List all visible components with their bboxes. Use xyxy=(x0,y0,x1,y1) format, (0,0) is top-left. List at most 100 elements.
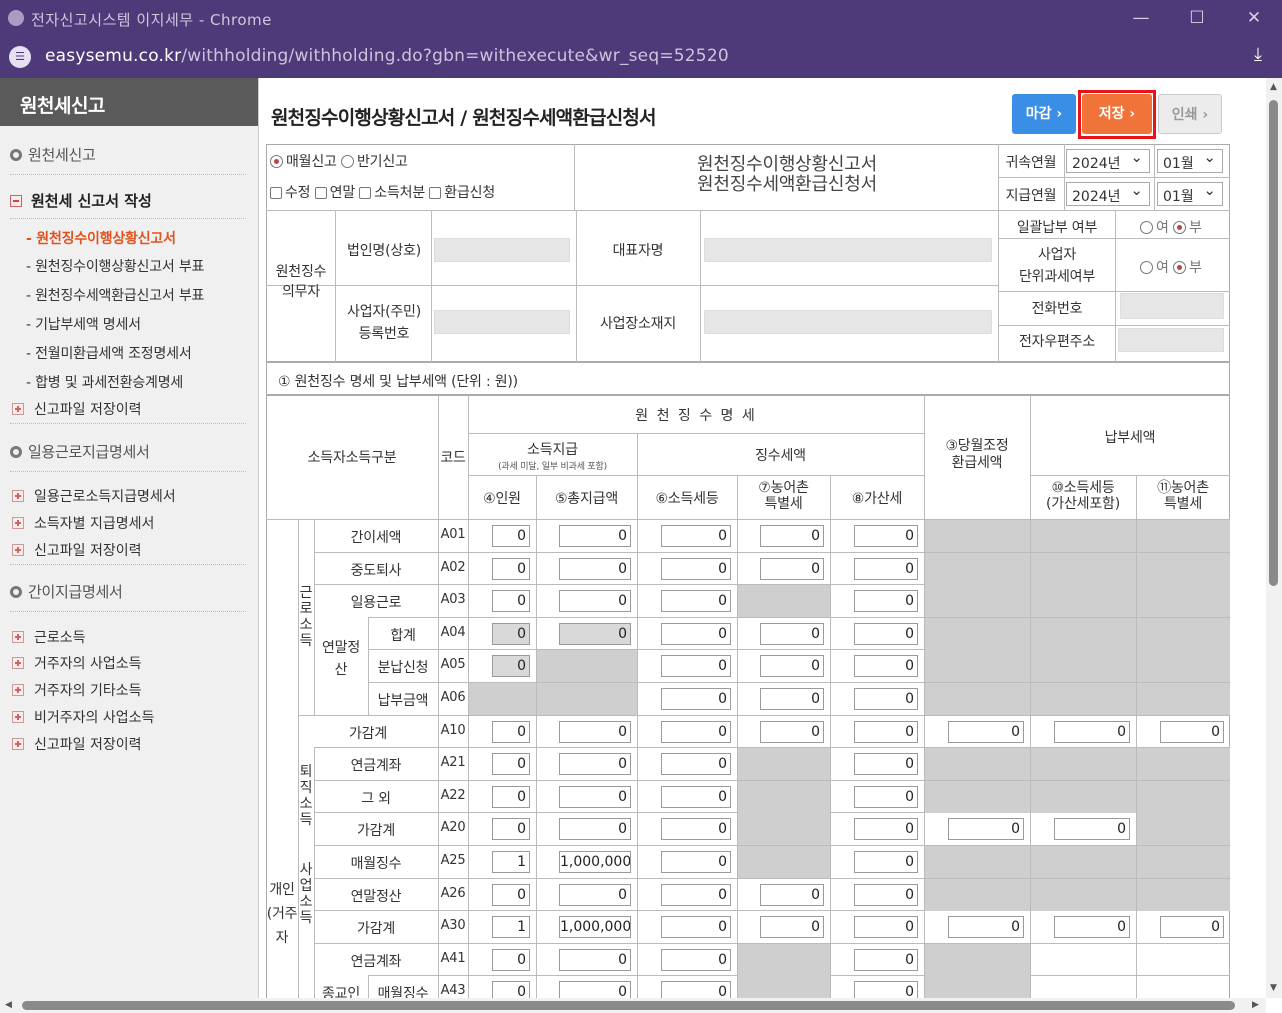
amount-input-v6[interactable]: 0 xyxy=(661,721,731,743)
amount-input-v8[interactable]: 0 xyxy=(854,753,918,775)
amount-input-v8[interactable]: 0 xyxy=(854,851,918,873)
amount-input-v8[interactable]: 0 xyxy=(854,525,918,547)
amount-input-v5[interactable]: 1,000,000 xyxy=(559,916,631,938)
amount-input-v8[interactable]: 0 xyxy=(854,916,918,938)
sidebar-item-file-history-1[interactable]: 신고파일 저장이력 xyxy=(12,399,142,419)
scroll-down-icon[interactable]: ▼ xyxy=(1270,983,1277,993)
amount-input-v5[interactable]: 0 xyxy=(559,525,631,547)
amount-input-v6[interactable]: 0 xyxy=(661,916,731,938)
amount-input-v6[interactable]: 0 xyxy=(661,949,731,971)
sidebar-group-report[interactable]: 원천세 신고서 작성 xyxy=(10,190,152,211)
horizontal-scroll-thumb[interactable] xyxy=(22,1001,1235,1010)
amount-input-v6[interactable]: 0 xyxy=(661,590,731,612)
unit-no-radio[interactable] xyxy=(1172,261,1186,274)
amount-input-v4[interactable]: 0 xyxy=(492,623,530,645)
url-text[interactable]: easysemu.co.kr/withholding/withholding.d… xyxy=(45,46,729,66)
half-radio[interactable] xyxy=(341,155,354,168)
amount-input-v4[interactable]: 0 xyxy=(492,981,530,998)
sidebar-section-daily-labor[interactable]: 일용근로지급명세서 xyxy=(10,441,150,462)
sidebar-item-refund-annex[interactable]: - 원천징수세액환급신고서 부표 xyxy=(26,285,204,305)
amount-input-v8[interactable]: 0 xyxy=(854,884,918,906)
amount-input-v5[interactable]: 0 xyxy=(559,558,631,580)
amount-input-v5[interactable]: 0 xyxy=(559,884,631,906)
amount-input-v5[interactable]: 0 xyxy=(559,590,631,612)
amount-input-v7[interactable]: 0 xyxy=(760,884,824,906)
amount-input-v4[interactable]: 0 xyxy=(492,786,530,808)
pay-month-select[interactable]: 01월 xyxy=(1157,181,1223,206)
sidebar-item-per-earner[interactable]: 소득자별 지급명세서 xyxy=(12,513,154,533)
amount-input-v6[interactable]: 0 xyxy=(661,525,731,547)
download-icon[interactable]: ⤓ xyxy=(1246,44,1270,68)
amount-input-v8[interactable]: 0 xyxy=(854,623,918,645)
amount-input-v10[interactable]: 0 xyxy=(1054,721,1130,743)
horizontal-scrollbar[interactable]: ◀ ▶ xyxy=(0,998,1266,1013)
sidebar-item-resident-business[interactable]: 거주자의 사업소득 xyxy=(12,653,142,673)
deadline-button[interactable]: 마감 › xyxy=(1012,94,1076,134)
close-icon[interactable]: ✕ xyxy=(1242,6,1266,30)
lump-yes-radio[interactable] xyxy=(1140,221,1153,234)
amount-input-v8[interactable]: 0 xyxy=(854,688,918,710)
bizno-input[interactable] xyxy=(434,310,570,334)
scroll-left-icon[interactable]: ◀ xyxy=(5,1000,12,1010)
sidebar-item-nonresident-business[interactable]: 비거주자의 사업소득 xyxy=(12,707,154,727)
amount-input-v7[interactable]: 0 xyxy=(760,655,824,677)
site-settings-icon[interactable]: ☰ xyxy=(9,46,31,68)
amount-input-v7[interactable]: 0 xyxy=(760,916,824,938)
vertical-scroll-thumb[interactable] xyxy=(1269,100,1278,586)
amount-input-v8[interactable]: 0 xyxy=(854,818,918,840)
sidebar-item-status-report[interactable]: - 원천징수이행상황신고서 xyxy=(26,228,176,248)
amount-input-v7[interactable]: 0 xyxy=(760,688,824,710)
scroll-up-icon[interactable]: ▲ xyxy=(1270,82,1277,92)
email-input[interactable] xyxy=(1118,328,1224,352)
amount-input-v6[interactable]: 0 xyxy=(661,623,731,645)
sidebar-item-resident-other[interactable]: 거주자의 기타소득 xyxy=(12,680,142,700)
sidebar-item-unrefunded[interactable]: - 전월미환급세액 조정명세서 xyxy=(26,343,192,363)
corp-name-input[interactable] xyxy=(434,238,570,262)
amount-input-v10[interactable]: 0 xyxy=(1054,916,1130,938)
scroll-right-icon[interactable]: ▶ xyxy=(1252,1000,1259,1010)
amount-input-v4[interactable]: 0 xyxy=(492,818,530,840)
amount-input-v9[interactable]: 0 xyxy=(948,721,1024,743)
amount-input-v7[interactable]: 0 xyxy=(760,558,824,580)
sidebar-item-status-report-annex[interactable]: - 원천징수이행상황신고서 부표 xyxy=(26,256,204,276)
sidebar-item-daily-income[interactable]: 일용근로소득지급명세서 xyxy=(12,486,176,506)
amount-input-v5[interactable]: 0 xyxy=(559,818,631,840)
phone-input[interactable] xyxy=(1120,293,1224,319)
sidebar-item-merger[interactable]: - 합병 및 과세전환승계명세 xyxy=(26,372,183,392)
amount-input-v6[interactable]: 0 xyxy=(661,558,731,580)
vertical-scrollbar[interactable]: ▲ ▼ xyxy=(1266,78,1282,998)
amount-input-v4[interactable]: 0 xyxy=(492,753,530,775)
pay-year-select[interactable]: 2024년 xyxy=(1066,181,1150,206)
amount-input-v4[interactable]: 0 xyxy=(492,949,530,971)
amount-input-v9[interactable]: 0 xyxy=(948,818,1024,840)
unit-yes-radio[interactable] xyxy=(1140,261,1153,274)
yearend-checkbox[interactable] xyxy=(314,187,327,199)
amount-input-v9[interactable]: 0 xyxy=(948,916,1024,938)
amount-input-v6[interactable]: 0 xyxy=(661,818,731,840)
amount-input-v10[interactable]: 0 xyxy=(1054,818,1130,840)
amount-input-v8[interactable]: 0 xyxy=(854,558,918,580)
refund-checkbox[interactable] xyxy=(429,187,442,199)
amount-input-v4[interactable]: 1 xyxy=(492,851,530,873)
lump-no-radio[interactable] xyxy=(1172,221,1186,234)
amount-input-v7[interactable]: 0 xyxy=(760,721,824,743)
print-button[interactable]: 인쇄 › xyxy=(1158,94,1222,134)
amount-input-v5[interactable]: 0 xyxy=(559,949,631,971)
amount-input-v8[interactable]: 0 xyxy=(854,949,918,971)
amount-input-v5[interactable]: 0 xyxy=(559,753,631,775)
disposal-checkbox[interactable] xyxy=(359,187,372,199)
sidebar-section-withholding[interactable]: 원천세신고 xyxy=(10,144,96,165)
amount-input-v4[interactable]: 0 xyxy=(492,721,530,743)
sidebar-item-labor-income[interactable]: 근로소득 xyxy=(12,627,86,647)
amount-input-v5[interactable]: 1,000,000 xyxy=(559,851,631,873)
amount-input-v5[interactable]: 0 xyxy=(559,721,631,743)
amount-input-v4[interactable]: 0 xyxy=(492,590,530,612)
amount-input-v6[interactable]: 0 xyxy=(661,851,731,873)
amount-input-v6[interactable]: 0 xyxy=(661,753,731,775)
amount-input-v4[interactable]: 0 xyxy=(492,525,530,547)
monthly-radio[interactable] xyxy=(270,155,283,168)
amount-input-v4[interactable]: 1 xyxy=(492,916,530,938)
amount-input-v4[interactable]: 0 xyxy=(492,558,530,580)
belong-year-select[interactable]: 2024년 xyxy=(1066,148,1150,173)
amount-input-v5[interactable]: 0 xyxy=(559,623,631,645)
